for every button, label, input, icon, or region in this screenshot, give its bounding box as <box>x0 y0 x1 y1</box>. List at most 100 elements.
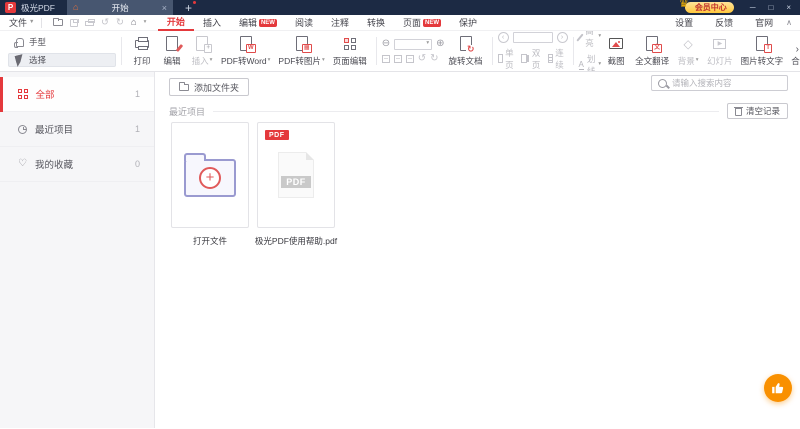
slideshow-icon: ▶ <box>713 38 727 49</box>
rotate-left-icon[interactable]: ↺ <box>418 53 426 64</box>
zoom-level-dropdown[interactable]: ▾ <box>394 38 433 50</box>
feedback-thumbs-up-button[interactable] <box>764 374 792 402</box>
home-button[interactable]: ⌂ <box>131 18 137 28</box>
open-file-card[interactable]: + <box>171 122 249 228</box>
quick-print-button[interactable] <box>84 18 95 26</box>
pointer-tools-group: 手型 选择 <box>8 35 116 67</box>
tab-page[interactable]: 页面 NEW <box>394 15 450 31</box>
highlight-button[interactable]: 高亮 ▾ <box>575 31 601 49</box>
toolbar-separator <box>491 37 493 65</box>
underline-button[interactable]: A 划线 ▾ <box>578 53 601 72</box>
sidebar-item-recent[interactable]: 最近项目 1 <box>0 112 154 147</box>
crown-icon: ♛ <box>678 0 689 10</box>
insert-button[interactable]: + 插入 ▾ <box>187 36 217 67</box>
hand-icon <box>14 37 24 48</box>
file-menu-button[interactable]: 文件 ▼ <box>9 16 34 29</box>
printer-icon <box>84 18 95 26</box>
double-page-mode-button[interactable]: 双页 <box>521 47 543 71</box>
clear-records-button[interactable]: 清空记录 <box>726 103 788 119</box>
hand-tool-button[interactable]: 手型 <box>8 35 116 49</box>
page-number-input[interactable] <box>512 31 553 43</box>
sidebar-item-count: 0 <box>134 159 140 169</box>
settings-link[interactable]: 设置 <box>664 16 704 29</box>
insert-label: 插入 <box>191 55 209 66</box>
tab-annotate[interactable]: 注释 <box>322 15 358 31</box>
sidebar-item-all[interactable]: 全部 1 <box>0 76 154 112</box>
edit-button[interactable]: 编辑 <box>157 36 187 67</box>
feedback-link[interactable]: 反馈 <box>704 16 744 29</box>
next-page-icon[interactable]: › <box>556 31 568 43</box>
search-input[interactable] <box>672 78 781 88</box>
redo-button[interactable]: ↻ <box>116 18 124 28</box>
zoom-in-icon[interactable]: ⊕ <box>436 39 444 49</box>
maximize-button[interactable]: □ <box>768 3 773 12</box>
tab-label: 注释 <box>330 18 349 28</box>
collapse-ribbon-icon[interactable]: ∧ <box>786 18 792 27</box>
recent-file-card[interactable]: PDF PDF <box>257 122 335 228</box>
page-edit-icon <box>343 37 356 50</box>
heart-icon: ♡ <box>18 158 27 169</box>
search-box[interactable] <box>651 75 788 91</box>
continuous-icon <box>547 54 554 63</box>
rotate-right-icon[interactable]: ↻ <box>430 53 438 64</box>
chevron-down-icon: ▾ <box>143 18 147 25</box>
document-tab[interactable]: ⌂ 开始 × <box>67 0 174 15</box>
save-button[interactable] <box>69 18 79 27</box>
image-to-text-icon: T <box>755 36 772 53</box>
tab-convert[interactable]: 转换 <box>358 15 394 31</box>
open-file-button[interactable] <box>52 17 63 26</box>
add-folder-button[interactable]: 添加文件夹 <box>169 78 250 96</box>
active-indicator <box>0 76 3 112</box>
double-page-label: 双页 <box>531 47 541 70</box>
undo-button[interactable]: ↺ <box>101 18 109 28</box>
toolbar-overflow-icon[interactable]: › <box>796 44 799 55</box>
page-edit-button[interactable]: 页面编辑 <box>329 36 371 67</box>
single-page-icon <box>497 54 504 63</box>
screenshot-button[interactable]: 截图 <box>601 36 631 67</box>
edit-label: 编辑 <box>163 55 181 66</box>
slideshow-button[interactable]: ▶ 幻灯片 <box>703 36 737 67</box>
screenshot-label: 截图 <box>607 55 625 66</box>
pdf-to-word-button[interactable]: W PDF转Word ▾ <box>217 36 274 67</box>
image-to-text-button[interactable]: T 图片转文字 <box>737 36 788 67</box>
fit-width-icon[interactable] <box>393 54 402 63</box>
continuous-mode-button[interactable]: 连续 <box>547 47 568 71</box>
tab-protect[interactable]: 保护 <box>450 15 486 31</box>
fit-height-icon[interactable] <box>405 54 414 63</box>
add-folder-label: 添加文件夹 <box>194 82 240 93</box>
quick-access-dropdown[interactable]: ▾ <box>143 18 147 26</box>
fit-page-icon[interactable] <box>381 54 390 63</box>
active-indicator <box>0 112 3 147</box>
tab-read[interactable]: 阅读 <box>286 15 322 31</box>
tab-start[interactable]: 开始 <box>157 15 194 31</box>
minimize-button[interactable]: ─ <box>750 3 756 12</box>
tab-close-icon[interactable]: × <box>162 3 167 13</box>
new-tab-button[interactable]: + <box>185 0 197 14</box>
pdf-to-image-button[interactable]: ▦ PDF转图片 ▾ <box>274 36 328 67</box>
rotate-document-button[interactable]: ↻ 旋转文档 <box>445 36 487 67</box>
single-page-label: 单页 <box>505 47 514 70</box>
translate-icon: 文 <box>646 36 663 53</box>
tab-label: 插入 <box>202 18 221 28</box>
single-page-mode-button[interactable]: 单页 <box>497 47 518 71</box>
print-button[interactable]: 打印 <box>127 36 157 67</box>
tab-insert[interactable]: 插入 <box>194 15 230 31</box>
underline-label: 划线 <box>586 54 596 72</box>
sidebar-item-favorites[interactable]: ♡ 我的收藏 0 <box>0 147 154 182</box>
plus-icon: + <box>199 167 221 189</box>
hand-tool-label: 手型 <box>29 37 47 47</box>
close-button[interactable]: × <box>786 3 791 12</box>
tab-edit[interactable]: 编辑 NEW <box>230 15 286 31</box>
translate-button[interactable]: 文 全文翻译 <box>631 36 673 67</box>
member-center-button[interactable]: ♛ 会员中心 <box>679 0 734 13</box>
image-to-text-label: 图片转文字 <box>740 55 784 66</box>
previous-page-icon[interactable]: ‹ <box>497 31 509 43</box>
ribbon-tabs: 开始 插入 编辑 NEW 阅读 注释 转换 页面 NEW 保护 <box>157 15 486 31</box>
tab-label: 阅读 <box>294 18 313 28</box>
zoom-group: ⊖ ▾ ⊕ ↺ ↻ <box>381 38 445 64</box>
clear-records-label: 清空记录 <box>745 106 780 116</box>
background-button[interactable]: ◇ 背景 ▾ <box>673 36 703 67</box>
select-tool-button[interactable]: 选择 <box>8 53 116 67</box>
zoom-out-icon[interactable]: ⊖ <box>382 39 390 49</box>
website-link[interactable]: 官网 <box>744 16 784 29</box>
